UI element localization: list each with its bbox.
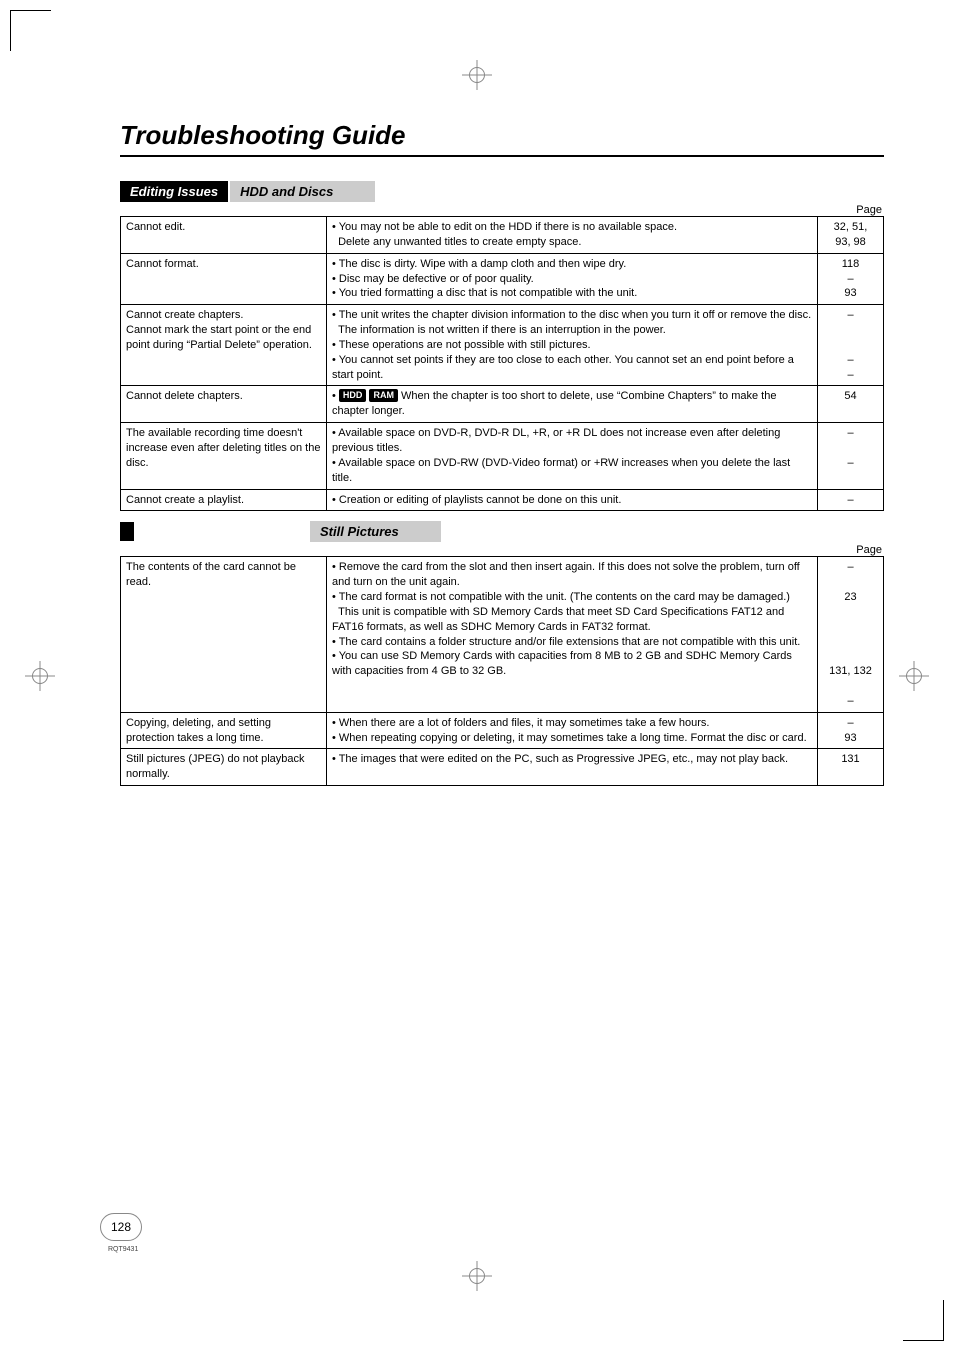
page-ref-cell: –– <box>818 423 884 489</box>
still-pictures-label: Still Pictures <box>310 521 441 542</box>
table-row: Still pictures (JPEG) do not playback no… <box>121 749 884 786</box>
registration-mark-left <box>25 661 55 691</box>
issue-cell: Cannot create chapters.Cannot mark the s… <box>121 305 327 386</box>
section-header-still: Still Pictures <box>120 521 884 542</box>
page-title: Troubleshooting Guide <box>120 120 884 151</box>
page-ref-cell: 32, 51,93, 98 <box>818 217 884 254</box>
page-ref-cell: 118–93 <box>818 253 884 305</box>
description-cell: • HDD RAM When the chapter is too short … <box>327 386 818 423</box>
description-cell: • The unit writes the chapter division i… <box>327 305 818 386</box>
page-ref-cell: 131 <box>818 749 884 786</box>
table-row: The contents of the card cannot be read.… <box>121 557 884 712</box>
issue-cell: Still pictures (JPEG) do not playback no… <box>121 749 327 786</box>
page-content: Troubleshooting Guide Editing Issues HDD… <box>120 120 884 786</box>
table-row: Cannot format.• The disc is dirty. Wipe … <box>121 253 884 305</box>
page-label-2: Page <box>120 544 882 556</box>
page-ref-cell: 54 <box>818 386 884 423</box>
footer-code: RQT9431 <box>108 1246 138 1253</box>
crop-mark-top-left <box>10 10 51 51</box>
table-row: The available recording time doesn't inc… <box>121 423 884 489</box>
registration-mark-top <box>462 60 492 90</box>
issue-cell: Cannot format. <box>121 253 327 305</box>
page-ref-cell: – <box>818 489 884 511</box>
description-cell: • You may not be able to edit on the HDD… <box>327 217 818 254</box>
table-row: Copying, deleting, and setting protectio… <box>121 712 884 749</box>
issue-cell: The contents of the card cannot be read. <box>121 557 327 712</box>
table-row: Cannot edit.• You may not be able to edi… <box>121 217 884 254</box>
description-cell: • Remove the card from the slot and then… <box>327 557 818 712</box>
page-ref-cell: –93 <box>818 712 884 749</box>
description-cell: • Creation or editing of playlists canno… <box>327 489 818 511</box>
description-cell: • The disc is dirty. Wipe with a damp cl… <box>327 253 818 305</box>
description-cell: • The images that were edited on the PC,… <box>327 749 818 786</box>
description-cell: • When there are a lot of folders and fi… <box>327 712 818 749</box>
table-row: Cannot create chapters.Cannot mark the s… <box>121 305 884 386</box>
hdd-discs-label: HDD and Discs <box>230 181 375 202</box>
editing-table: Cannot edit.• You may not be able to edi… <box>120 216 884 511</box>
side-accent-icon <box>120 522 134 541</box>
editing-issues-label: Editing Issues <box>120 181 228 202</box>
still-table: The contents of the card cannot be read.… <box>120 556 884 786</box>
table-row: Cannot delete chapters.• HDD RAM When th… <box>121 386 884 423</box>
page-ref-cell: –23131, 132– <box>818 557 884 712</box>
registration-mark-bottom <box>462 1261 492 1291</box>
issue-cell: Copying, deleting, and setting protectio… <box>121 712 327 749</box>
issue-cell: Cannot delete chapters. <box>121 386 327 423</box>
issue-cell: Cannot edit. <box>121 217 327 254</box>
page-ref-cell: ––– <box>818 305 884 386</box>
page-label-1: Page <box>120 204 882 216</box>
description-cell: • Available space on DVD-R, DVD-R DL, +R… <box>327 423 818 489</box>
issue-cell: The available recording time doesn't inc… <box>121 423 327 489</box>
section-header-editing: Editing Issues HDD and Discs <box>120 181 884 202</box>
table-row: Cannot create a playlist.• Creation or e… <box>121 489 884 511</box>
title-rule <box>120 155 884 157</box>
page-number: 128 <box>100 1213 142 1241</box>
crop-mark-bottom-right <box>903 1300 944 1341</box>
issue-cell: Cannot create a playlist. <box>121 489 327 511</box>
registration-mark-right <box>899 661 929 691</box>
